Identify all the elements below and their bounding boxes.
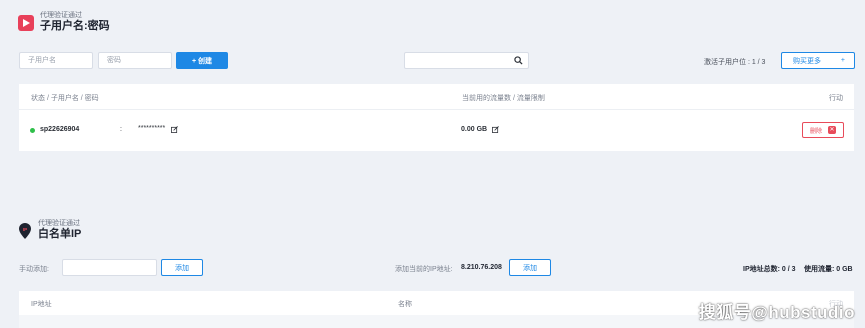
status-active-dot <box>30 128 35 133</box>
buy-more-label: 购买更多 <box>793 57 821 65</box>
current-ip-value: 8.210.76.208 <box>461 264 502 271</box>
whitelist-title: 白名单IP <box>38 228 82 240</box>
subuser-separator: : <box>120 126 122 133</box>
column-ip: IP地址 <box>31 301 52 308</box>
manual-ip-input[interactable] <box>62 259 157 276</box>
subuser-username-input[interactable] <box>19 52 93 69</box>
subusers-subtitle: 代理验证通过 <box>40 12 82 19</box>
manual-add-label: 手动添加: <box>19 266 49 273</box>
search-input[interactable] <box>404 52 529 69</box>
delete-label: 删除 <box>809 128 822 135</box>
add-current-ip-button[interactable]: 添加 <box>509 259 551 276</box>
column-status: 状态 / 子用户名 / 密码 <box>31 95 99 102</box>
create-button[interactable]: + 创建 <box>176 52 228 69</box>
location-pin-icon: IP <box>19 222 31 239</box>
plus-icon: + <box>840 57 845 64</box>
current-ip-label: 添加当前的IP地址: <box>395 266 453 273</box>
column-name: 名称 <box>398 301 412 308</box>
watermark-text: 搜狐号@hubstudio <box>698 303 855 322</box>
search-icon[interactable] <box>514 56 523 65</box>
subuser-traffic: 0.00 GB <box>461 126 488 133</box>
whitelist-header: IP 代理验证通过 白名单IP <box>18 220 81 241</box>
subuser-username: sp22626904 <box>40 126 80 133</box>
whitelist-subtitle: 代理验证通过 <box>38 220 80 227</box>
subuser-password-input[interactable] <box>98 52 172 69</box>
column-action: 行动 <box>829 95 843 102</box>
brand-logo-icon <box>18 14 34 31</box>
subusers-table: 状态 / 子用户名 / 密码 当前用的流量数 / 流量限制 行动 sp22626… <box>19 84 854 151</box>
active-subuser-count: 激活子用户位 : 1 / 3 <box>704 59 766 66</box>
close-icon: ✕ <box>828 126 836 134</box>
buy-more-button[interactable]: 购买更多 + <box>781 52 855 69</box>
edit-icon[interactable] <box>492 126 499 133</box>
subuser-password: ********** <box>138 125 166 132</box>
edit-icon[interactable] <box>171 126 178 133</box>
ip-total-count: IP地址总数: 0 / 3 <box>743 266 796 273</box>
delete-button[interactable]: 删除 ✕ <box>802 122 844 138</box>
subusers-header: 代理验证通过 子用户名:密码 <box>18 12 110 33</box>
subusers-title: 子用户名:密码 <box>40 20 110 32</box>
traffic-used: 使用流量: 0 GB <box>804 266 853 273</box>
svg-text:IP: IP <box>23 227 27 232</box>
column-traffic: 当前用的流量数 / 流量限制 <box>462 95 545 102</box>
manual-add-button[interactable]: 添加 <box>161 259 203 276</box>
